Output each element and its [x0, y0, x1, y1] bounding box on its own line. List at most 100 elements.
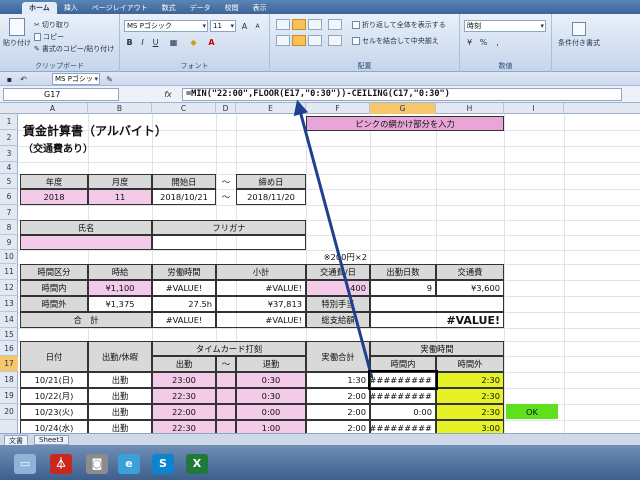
italic-icon[interactable]: I	[137, 36, 148, 47]
column-header[interactable]: E	[236, 103, 306, 114]
input-instruction-note[interactable]: ピンクの網かけ部分を入力	[306, 116, 504, 131]
sheet-subtitle[interactable]: （交通費あり）	[20, 140, 170, 155]
row-header[interactable]: 7	[0, 205, 18, 220]
within-hours-label[interactable]: 時間内	[20, 280, 88, 296]
row-header[interactable]: 10	[0, 250, 18, 264]
furigana-label[interactable]: フリガナ	[152, 220, 306, 235]
cut-button[interactable]: ✂ 切り取り	[34, 20, 70, 30]
row-header[interactable]: 14	[0, 312, 18, 328]
align-center-icon[interactable]	[292, 35, 306, 46]
name-box[interactable]: G17	[3, 88, 119, 101]
date-cell[interactable]: 10/21(日)	[20, 372, 88, 388]
within-hours-cell[interactable]: ###########	[370, 420, 436, 433]
camera-icon[interactable]: ◙	[86, 454, 108, 474]
row-header[interactable]: 12	[0, 280, 18, 296]
sheet-tab-sheet3[interactable]: Sheet3	[34, 435, 69, 445]
actual-total-header[interactable]: 実働合計	[306, 341, 370, 372]
clock-out-header[interactable]: 退勤	[236, 356, 306, 372]
work-hours-header[interactable]: 労働時間	[152, 264, 216, 280]
transport-cost-header[interactable]: 交通費	[436, 264, 504, 280]
actual-total-cell[interactable]: 2:00	[306, 420, 370, 433]
clock-tilde-header[interactable]: 〜	[216, 356, 236, 372]
comma-icon[interactable]: ,	[492, 36, 503, 47]
row-header[interactable]: 18	[0, 372, 18, 388]
row-header[interactable]: 3	[0, 146, 18, 162]
row-header[interactable]: 20	[0, 404, 18, 420]
clock-out-cell[interactable]: 0:00	[236, 404, 306, 420]
column-header[interactable]: C	[152, 103, 216, 114]
clock-tilde-cell[interactable]	[216, 420, 236, 433]
subtotal-header[interactable]: 小計	[216, 264, 306, 280]
total-subtotal-value[interactable]: #VALUE!	[216, 312, 306, 328]
total-hours-value[interactable]: #VALUE!	[152, 312, 216, 328]
overtime-cell[interactable]: 2:30	[436, 404, 504, 420]
clock-in-header[interactable]: 出勤	[152, 356, 216, 372]
row-header[interactable]: 5	[0, 174, 18, 189]
end-date-label[interactable]: 締め日	[236, 174, 306, 189]
wrap-text-button[interactable]: 折り返して全体を表示する	[352, 20, 446, 30]
fill-color-icon[interactable]: ◆	[188, 36, 199, 47]
font-size-select[interactable]: 11	[210, 20, 236, 32]
tab-page-layout[interactable]: ページレイアウト	[85, 2, 155, 14]
tab-home[interactable]: ホーム	[22, 2, 57, 14]
row-header[interactable]: 13	[0, 296, 18, 312]
overtime-header[interactable]: 時間外	[436, 356, 504, 372]
date-cell[interactable]: 10/22(月)	[20, 388, 88, 404]
column-header-selected[interactable]: G	[370, 103, 436, 114]
attendance-days-value[interactable]: 9	[370, 280, 436, 296]
column-header[interactable]: H	[436, 103, 504, 114]
overtime-subtotal-value[interactable]: ¥37,813	[216, 296, 306, 312]
ok-indicator[interactable]: OK	[506, 404, 558, 419]
grand-total-value[interactable]: #VALUE!	[370, 312, 504, 328]
currency-icon[interactable]: ¥	[464, 36, 475, 47]
transport-cost-value[interactable]: ¥3,600	[436, 280, 504, 296]
actual-total-cell[interactable]: 2:00	[306, 388, 370, 404]
number-format-select[interactable]: 時刻	[464, 20, 546, 32]
undo-icon[interactable]: ↶	[18, 73, 29, 84]
paste-button[interactable]: 貼り付け	[3, 18, 31, 48]
clock-tilde-cell[interactable]	[216, 388, 236, 404]
overtime-cell[interactable]: 3:00	[436, 420, 504, 433]
row-header[interactable]: 1	[0, 114, 18, 130]
total-label[interactable]: 合 計	[20, 312, 152, 328]
border-icon[interactable]: ▦	[168, 36, 179, 47]
within-hours-value[interactable]: #VALUE!	[152, 280, 216, 296]
actual-total-cell[interactable]: 1:30	[306, 372, 370, 388]
row-header[interactable]: 11	[0, 264, 18, 280]
decrease-indent-icon[interactable]	[328, 35, 342, 46]
actual-hours-header[interactable]: 実働時間	[370, 341, 504, 356]
tab-view[interactable]: 表示	[246, 2, 274, 14]
copy-button[interactable]: コピー	[34, 32, 64, 42]
sheet-title[interactable]: 賃金計算書（アルバイト）	[20, 122, 260, 138]
align-bottom-icon[interactable]	[308, 19, 322, 30]
text-orientation-icon[interactable]	[328, 19, 342, 30]
font-color-icon[interactable]: A	[206, 36, 217, 47]
hourly-rate-header[interactable]: 時給	[88, 264, 152, 280]
row-header[interactable]: 9	[0, 235, 18, 250]
end-date-value[interactable]: 2018/11/20	[236, 189, 306, 205]
format-painter-icon[interactable]: ✎	[104, 73, 115, 84]
within-rate-input[interactable]: ¥1,100	[88, 280, 152, 296]
folder-icon[interactable]: ▭	[14, 454, 36, 474]
name-label[interactable]: 氏名	[20, 220, 152, 235]
time-class-header[interactable]: 時間区分	[20, 264, 88, 280]
row-header[interactable]: 16	[0, 341, 18, 356]
month-input[interactable]: 11	[88, 189, 152, 205]
within-subtotal-value[interactable]: #VALUE!	[216, 280, 306, 296]
shrink-font-icon[interactable]: A	[252, 20, 263, 31]
function-icon[interactable]: fx	[158, 88, 178, 101]
attendance-cell[interactable]: 出勤	[88, 388, 152, 404]
clock-tilde-cell[interactable]	[216, 372, 236, 388]
excel-icon[interactable]: X	[186, 454, 208, 474]
within-hours-header[interactable]: 時間内	[370, 356, 436, 372]
row-header[interactable]: 4	[0, 162, 18, 174]
internet-explorer-icon[interactable]: e	[118, 454, 140, 474]
special-allowance-label[interactable]: 特別手当	[306, 296, 370, 312]
row-header[interactable]: 15	[0, 328, 18, 341]
row-header[interactable]: 2	[0, 130, 18, 146]
clock-tilde-cell[interactable]	[216, 404, 236, 420]
overtime-rate-value[interactable]: ¥1,375	[88, 296, 152, 312]
daily-fare-input[interactable]: 400	[306, 280, 370, 296]
name-input[interactable]	[20, 235, 152, 250]
attendance-cell[interactable]: 出勤	[88, 420, 152, 433]
